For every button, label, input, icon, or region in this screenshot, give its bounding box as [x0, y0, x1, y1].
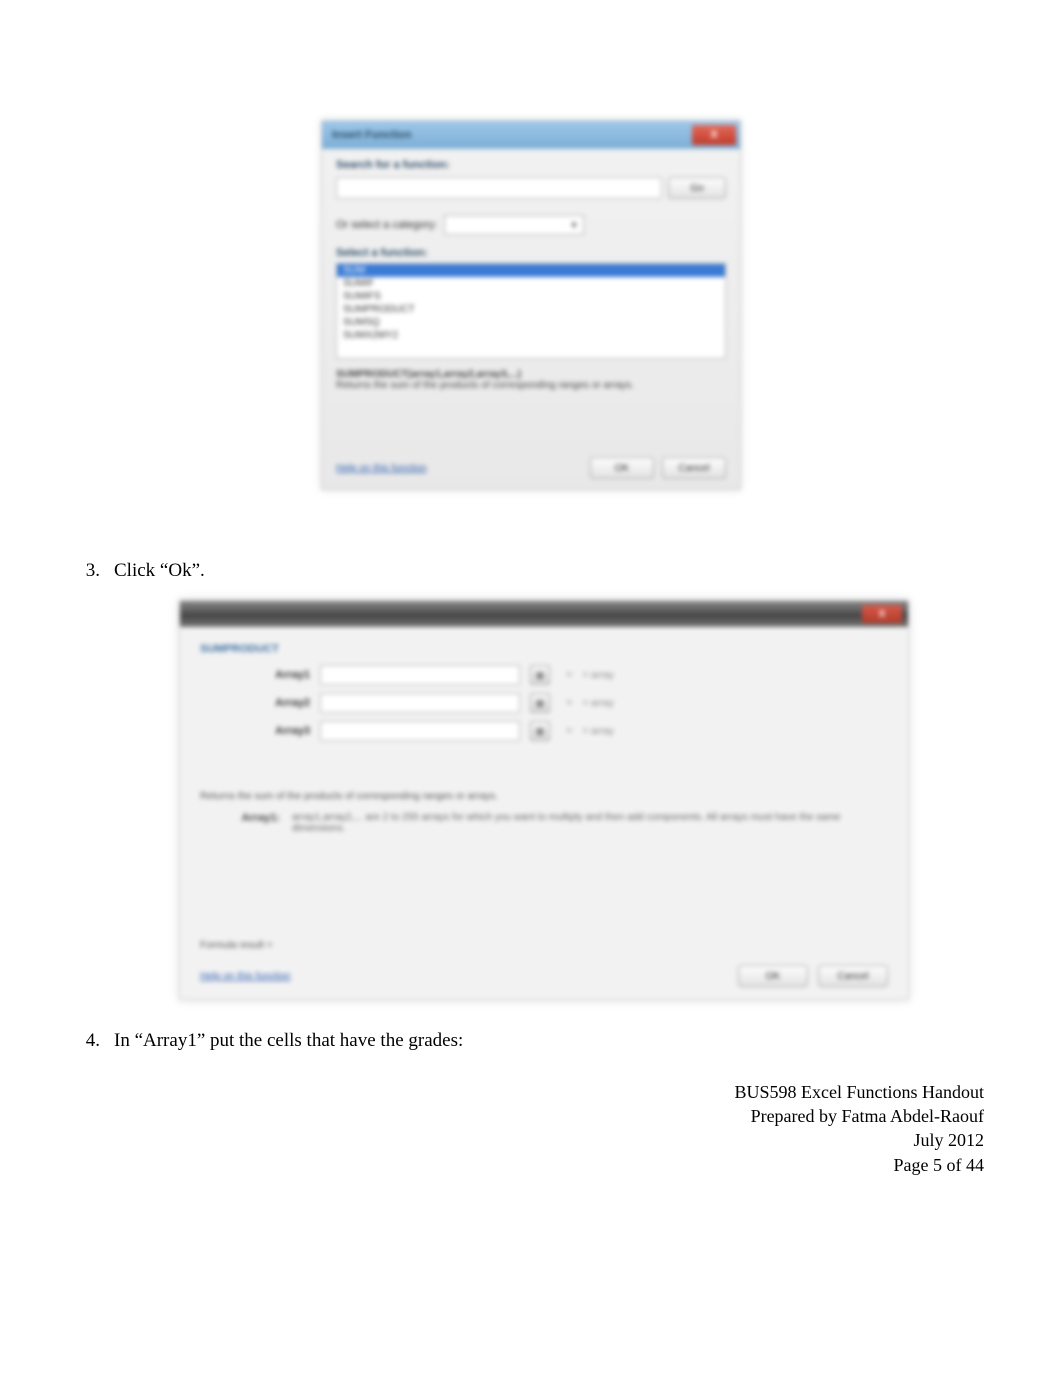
argument-desc-text: array1,array2,... are 2 to 255 arrays fo… [292, 812, 888, 834]
array3-input[interactable] [320, 721, 520, 741]
list-item[interactable]: SUMIF [337, 277, 725, 290]
argument-label: Array3 [200, 725, 310, 737]
argument-hint: = array [582, 698, 613, 709]
document-footer: BUS598 Excel Functions Handout Prepared … [735, 1080, 985, 1177]
dialog-titlebar: Insert Function X [322, 121, 740, 149]
category-label: Or select a category: [336, 219, 438, 231]
step-number: 4. [80, 1030, 114, 1052]
footer-line: BUS598 Excel Functions Handout [735, 1080, 985, 1104]
argument-hint: = array [582, 726, 613, 737]
step-3: 3. Click “Ok”. [80, 560, 982, 582]
help-link[interactable]: Help on this function [200, 971, 291, 982]
argument-desc-label: Array1: [200, 812, 280, 834]
footer-line: Page 5 of 44 [735, 1153, 985, 1177]
argument-label: Array2 [200, 697, 310, 709]
list-item[interactable]: SUMSQ [337, 316, 725, 329]
function-arguments-dialog: X SUMPRODUCT Array1 ▦ = = array Array2 ▦… [179, 600, 909, 1000]
array1-input[interactable] [320, 665, 520, 685]
equals-icon: = [566, 697, 572, 709]
function-description: Returns the sum of the products of corre… [200, 791, 888, 802]
argument-row: Array3 ▦ = = array [200, 721, 888, 741]
function-list[interactable]: SUM SUMIF SUMIFS SUMPRODUCT SUMSQ SUMX2M… [336, 263, 726, 359]
category-select[interactable]: ▼ [444, 215, 584, 235]
ok-button[interactable]: OK [590, 457, 654, 479]
argument-row: Array1 ▦ = = array [200, 665, 888, 685]
insert-function-dialog: Insert Function X Search for a function:… [321, 120, 741, 490]
close-button[interactable]: X [862, 605, 902, 623]
go-button[interactable]: Go [668, 177, 726, 199]
cancel-button[interactable]: Cancel [662, 457, 726, 479]
search-input[interactable] [336, 177, 662, 199]
equals-icon: = [566, 725, 572, 737]
function-signature: SUMPRODUCT(array1,array2,array3,...) [336, 369, 521, 380]
function-name: SUMPRODUCT [200, 643, 888, 655]
list-item[interactable]: SUMPRODUCT [337, 303, 725, 316]
search-label: Search for a function: [336, 159, 726, 171]
argument-hint: = array [582, 670, 613, 681]
list-item[interactable]: SUMX2MY2 [337, 329, 725, 342]
function-desc-text: Returns the sum of the products of corre… [336, 380, 634, 391]
close-button[interactable]: X [692, 125, 736, 145]
list-item[interactable]: SUM [337, 264, 725, 277]
footer-line: July 2012 [735, 1128, 985, 1152]
formula-result: Formula result = [200, 940, 273, 951]
cancel-button[interactable]: Cancel [818, 965, 888, 987]
dialog-titlebar: X [180, 601, 908, 627]
argument-row: Array2 ▦ = = array [200, 693, 888, 713]
chevron-down-icon: ▼ [570, 220, 579, 230]
list-item[interactable]: SUMIFS [337, 290, 725, 303]
range-selector-icon[interactable]: ▦ [530, 721, 550, 741]
argument-label: Array1 [200, 669, 310, 681]
range-selector-icon[interactable]: ▦ [530, 665, 550, 685]
range-selector-icon[interactable]: ▦ [530, 693, 550, 713]
help-link[interactable]: Help on this function [336, 463, 427, 474]
equals-icon: = [566, 669, 572, 681]
array2-input[interactable] [320, 693, 520, 713]
argument-description: Array1: array1,array2,... are 2 to 255 a… [200, 812, 888, 834]
footer-line: Prepared by Fatma Abdel-Raouf [735, 1104, 985, 1128]
step-text: Click “Ok”. [114, 560, 982, 582]
function-description: SUMPRODUCT(array1,array2,array3,...) Ret… [336, 369, 726, 391]
step-text: In “Array1” put the cells that have the … [114, 1030, 982, 1052]
step-number: 3. [80, 560, 114, 582]
ok-button[interactable]: OK [738, 965, 808, 987]
function-list-label: Select a function: [336, 247, 726, 259]
dialog-title: Insert Function [332, 129, 411, 141]
step-4: 4. In “Array1” put the cells that have t… [80, 1030, 982, 1052]
